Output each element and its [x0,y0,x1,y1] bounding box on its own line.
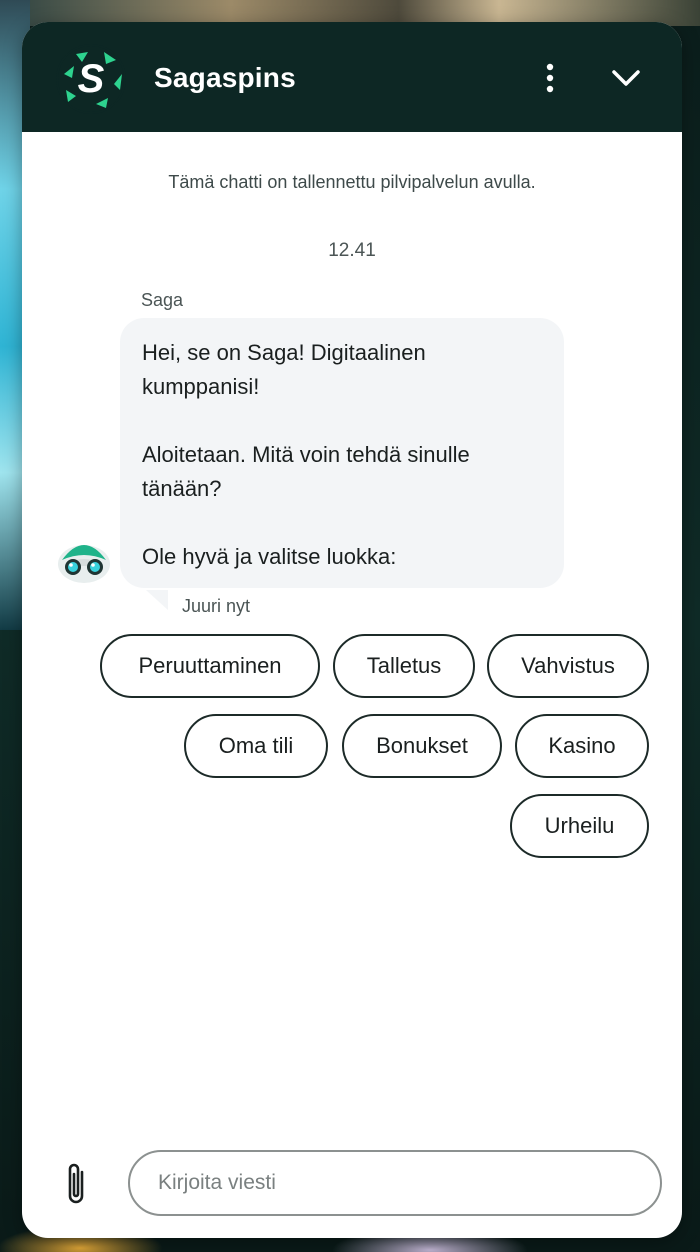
chat-header: S Sagaspins [22,22,682,132]
message-composer [22,1142,682,1238]
message-status: Juuri nyt [182,596,251,616]
brand-logo: S [56,44,126,114]
brand-title: Sagaspins [154,62,296,93]
attach-file-button[interactable] [62,1160,92,1210]
chevron-down-icon [612,70,640,86]
quick-reply-peruuttaminen[interactable]: Peruuttaminen [100,634,320,698]
message-input[interactable] [128,1150,662,1216]
more-vertical-icon [546,63,554,93]
svg-text:S: S [78,57,105,101]
message-paragraph: Ole hyvä ja valitse luokka: [142,544,397,569]
bubble-tail [146,590,168,610]
collapse-chat-button[interactable] [606,60,646,96]
quick-reply-bonukset[interactable]: Bonukset [342,714,502,778]
quick-reply-oma-tili[interactable]: Oma tili [184,714,328,778]
quick-reply-talletus[interactable]: Talletus [333,634,475,698]
logo-icon: S [58,46,124,112]
chat-recording-notice: Tämä chatti on tallennettu pilvipalvelun… [168,172,536,192]
bot-avatar-icon [58,545,110,583]
message-paragraph: Hei, se on Saga! Digitaalinen kumppanisi… [142,340,426,399]
bot-message-bubble: Hei, se on Saga! Digitaalinen kumppanisi… [120,318,564,588]
quick-reply-vahvistus[interactable]: Vahvistus [487,634,649,698]
quick-reply-kasino[interactable]: Kasino [515,714,649,778]
more-options-button[interactable] [532,60,568,96]
message-paragraph: Aloitetaan. Mitä voin tehdä sinulle tänä… [142,442,470,501]
chat-widget: S Sagaspins Tämä chatti on tallennettu p… [22,22,682,1238]
bot-avatar [56,534,112,584]
quick-reply-urheilu[interactable]: Urheilu [510,794,649,858]
message-timestamp: 12.41 [328,240,376,261]
message-sender: Saga [141,290,184,310]
paperclip-icon [68,1163,84,1204]
